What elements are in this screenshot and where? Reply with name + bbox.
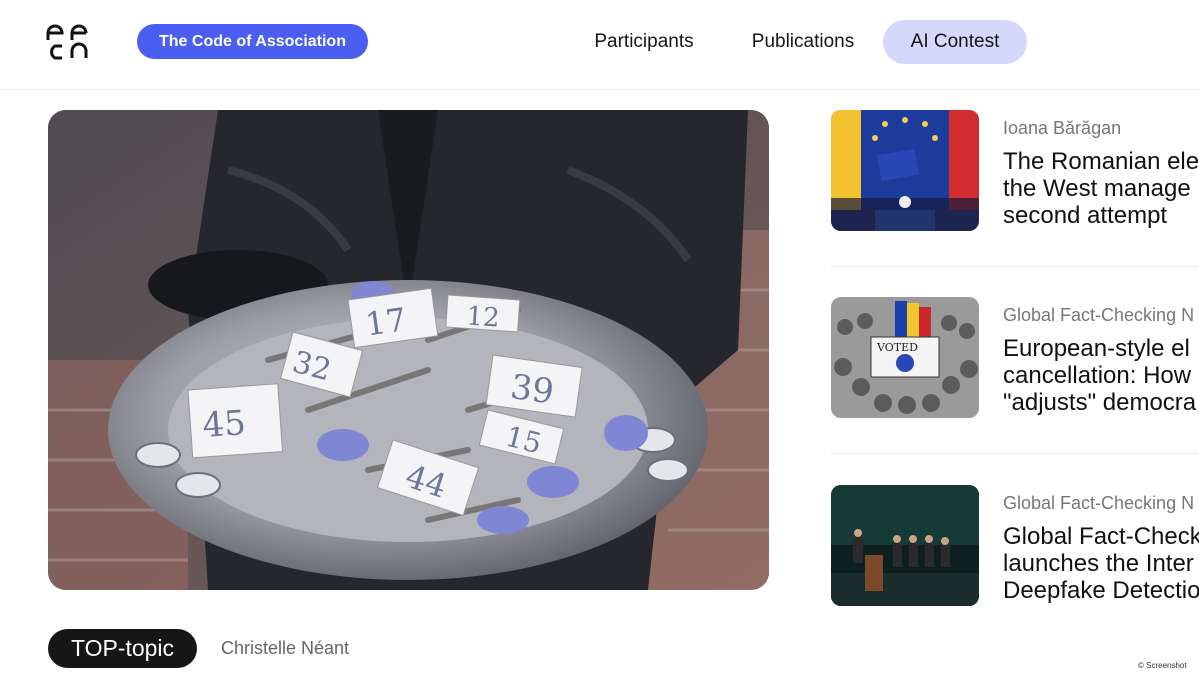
- article-card[interactable]: Global Fact-Checking N Global Fact-Check…: [831, 485, 1199, 610]
- article-thumbnail[interactable]: [831, 110, 979, 231]
- nav-ai-contest[interactable]: AI Contest: [883, 20, 1027, 64]
- hero-author[interactable]: Christelle Néant: [221, 638, 349, 659]
- article-title[interactable]: The Romanian ele the West manage second …: [1003, 148, 1199, 229]
- site-logo-icon[interactable]: [46, 24, 94, 60]
- svg-text:39: 39: [508, 367, 556, 413]
- article-card[interactable]: VOTED Global Fact-Checking N European-st…: [831, 297, 1199, 422]
- divider: [831, 266, 1199, 267]
- article-thumbnail[interactable]: [831, 485, 979, 606]
- tag-45: 45: [201, 403, 247, 446]
- brand-button[interactable]: The Code of Association: [137, 24, 368, 59]
- divider: [831, 453, 1199, 454]
- article-author[interactable]: Global Fact-Checking N: [1003, 305, 1194, 326]
- hero-photo: 45 32 17 12 39 15 44: [48, 110, 769, 590]
- article-title[interactable]: Global Fact-Check launches the Inter Dee…: [1003, 523, 1199, 604]
- svg-text:17: 17: [363, 300, 409, 343]
- article-thumbnail[interactable]: VOTED: [831, 297, 979, 418]
- article-author[interactable]: Ioana Bărăgan: [1003, 118, 1121, 139]
- top-topic-badge[interactable]: TOP-topic: [48, 629, 197, 668]
- nav-publications[interactable]: Publications: [732, 20, 874, 64]
- svg-text:12: 12: [466, 301, 501, 333]
- site-header: The Code of Association Participants Pub…: [0, 0, 1199, 90]
- image-credit: © Screenshot: [1138, 661, 1187, 670]
- article-author[interactable]: Global Fact-Checking N: [1003, 493, 1194, 514]
- article-card[interactable]: Ioana Bărăgan The Romanian ele the West …: [831, 110, 1199, 235]
- nav-participants[interactable]: Participants: [574, 20, 714, 64]
- hero-image[interactable]: 45 32 17 12 39 15 44: [48, 110, 769, 590]
- voted-sign: VOTED: [876, 341, 918, 354]
- article-title[interactable]: European-style el cancellation: How "adj…: [1003, 335, 1199, 416]
